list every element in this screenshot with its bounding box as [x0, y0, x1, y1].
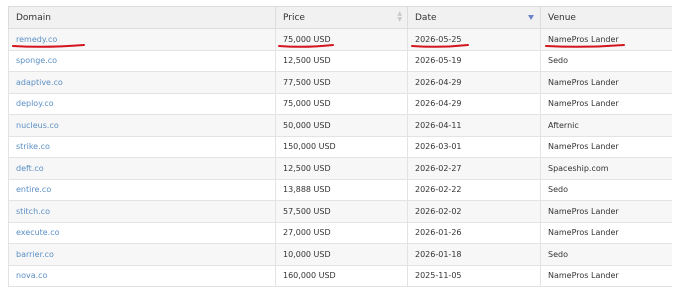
table-row: deft.co 12,500 USD 2026-02-27 Spaceship.com: [8, 157, 672, 180]
column-header-price[interactable]: Price ▲ ▼: [275, 6, 408, 29]
cell-domain: barrier.co: [8, 243, 276, 266]
domain-link[interactable]: adaptive.co: [16, 78, 63, 87]
cell-venue: Spaceship.com: [540, 157, 672, 180]
domain-link[interactable]: deploy.co: [16, 99, 54, 108]
column-header-date[interactable]: Date: [407, 6, 541, 29]
cell-price: 57,500 USD: [275, 200, 408, 223]
cell-date: 2026-02-27: [407, 157, 541, 180]
column-header-venue[interactable]: Venue: [540, 6, 672, 29]
cell-venue: Sedo: [540, 178, 672, 201]
sort-desc-icon: [528, 15, 534, 20]
domain-link[interactable]: entire.co: [16, 185, 51, 194]
cell-domain: execute.co: [8, 221, 276, 244]
table-row: stitch.co 57,500 USD 2026-02-02 NamePros La…: [8, 200, 672, 223]
cell-date: 2026-01-26: [407, 221, 541, 244]
sales-table-container: Domain Price ▲ ▼ Date Venue remedy.co 75,0…: [8, 6, 672, 288]
domain-link[interactable]: execute.co: [16, 228, 60, 237]
table-row: strike.co 150,000 USD 2026-03-01 NamePros L…: [8, 135, 672, 158]
column-header-venue-label: Venue: [548, 12, 576, 23]
column-header-domain[interactable]: Domain: [8, 6, 276, 29]
table-row: adaptive.co 77,500 USD 2026-04-29 NamePros …: [8, 71, 672, 94]
cell-price: 10,000 USD: [275, 243, 408, 266]
cell-price: 27,000 USD: [275, 221, 408, 244]
domain-link[interactable]: strike.co: [16, 142, 50, 151]
column-header-domain-label: Domain: [16, 12, 51, 23]
cell-venue: NamePros Lander: [540, 71, 672, 94]
cell-venue: Sedo: [540, 243, 672, 266]
cell-date: 2026-04-11: [407, 114, 541, 137]
cell-price: 150,000 USD: [275, 135, 408, 158]
domain-link[interactable]: nova.co: [16, 271, 47, 280]
table-row: entire.co 13,888 USD 2026-02-22 Sedo: [8, 178, 672, 201]
cell-price: 160,000 USD: [275, 264, 408, 287]
cell-date: 2026-05-19: [407, 49, 541, 72]
cell-date: 2026-05-25: [407, 28, 541, 51]
cell-venue: NamePros Lander: [540, 264, 672, 287]
cell-venue: NamePros Lander: [540, 135, 672, 158]
cell-price: 13,888 USD: [275, 178, 408, 201]
column-header-date-label: Date: [415, 12, 437, 23]
cell-domain: deft.co: [8, 157, 276, 180]
cell-date: 2026-02-02: [407, 200, 541, 223]
cell-domain: strike.co: [8, 135, 276, 158]
cell-date: 2026-04-29: [407, 92, 541, 115]
cell-price: 75,000 USD: [275, 28, 408, 51]
cell-domain: stitch.co: [8, 200, 276, 223]
domain-link[interactable]: barrier.co: [16, 250, 54, 259]
sales-table: Domain Price ▲ ▼ Date Venue remedy.co 75,0…: [8, 6, 672, 287]
table-row: sponge.co 12,500 USD 2026-05-19 Sedo: [8, 49, 672, 72]
cell-domain: nucleus.co: [8, 114, 276, 137]
cell-date: 2025-11-05: [407, 264, 541, 287]
cell-price: 12,500 USD: [275, 157, 408, 180]
cell-date: 2026-02-22: [407, 178, 541, 201]
table-row: nucleus.co 50,000 USD 2026-04-11 Afternic: [8, 114, 672, 137]
cell-venue: NamePros Lander: [540, 28, 672, 51]
cell-date: 2026-01-18: [407, 243, 541, 266]
table-row: execute.co 27,000 USD 2026-01-26 NamePros L…: [8, 221, 672, 244]
table-row: nova.co 160,000 USD 2025-11-05 NamePros Lan…: [8, 264, 672, 287]
domain-link[interactable]: deft.co: [16, 164, 44, 173]
table-row: barrier.co 10,000 USD 2026-01-18 Sedo: [8, 243, 672, 266]
column-header-price-label: Price: [283, 12, 305, 23]
cell-venue: Afternic: [540, 114, 672, 137]
domain-link[interactable]: remedy.co: [16, 35, 57, 44]
cell-domain: entire.co: [8, 178, 276, 201]
table-row: deploy.co 75,000 USD 2026-04-29 NamePros La…: [8, 92, 672, 115]
cell-domain: sponge.co: [8, 49, 276, 72]
cell-venue: Sedo: [540, 49, 672, 72]
cell-price: 77,500 USD: [275, 71, 408, 94]
cell-price: 12,500 USD: [275, 49, 408, 72]
table-row: remedy.co 75,000 USD 2026-05-25 NamePros La…: [8, 28, 672, 51]
cell-venue: NamePros Lander: [540, 92, 672, 115]
cell-price: 75,000 USD: [275, 92, 408, 115]
cell-date: 2026-03-01: [407, 135, 541, 158]
domain-link[interactable]: sponge.co: [16, 56, 57, 65]
cell-domain: adaptive.co: [8, 71, 276, 94]
cell-venue: NamePros Lander: [540, 221, 672, 244]
table-header-row: Domain Price ▲ ▼ Date Venue: [8, 6, 672, 29]
cell-date: 2026-04-29: [407, 71, 541, 94]
cell-domain: nova.co: [8, 264, 276, 287]
cell-domain: remedy.co: [8, 28, 276, 51]
cell-domain: deploy.co: [8, 92, 276, 115]
cell-venue: NamePros Lander: [540, 200, 672, 223]
sort-both-icon: ▲ ▼: [397, 10, 402, 23]
cell-price: 50,000 USD: [275, 114, 408, 137]
domain-link[interactable]: stitch.co: [16, 207, 50, 216]
domain-link[interactable]: nucleus.co: [16, 121, 59, 130]
